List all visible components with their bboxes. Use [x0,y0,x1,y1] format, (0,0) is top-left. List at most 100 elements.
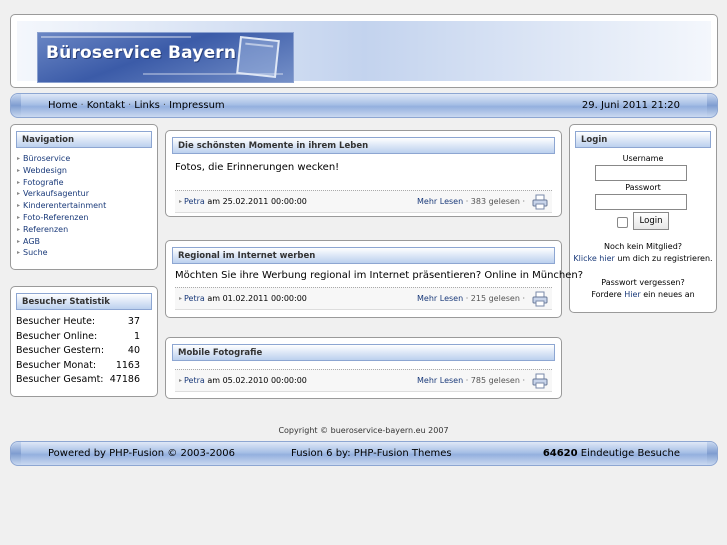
news-meta: ▸ Petra am 01.02.2011 00:00:00 [179,294,307,303]
bar-cap-left [11,94,21,117]
news-title[interactable]: Mobile Fotografie [172,344,555,361]
register-link[interactable]: Klicke hier [573,254,614,263]
nav-link-webdesign[interactable]: Webdesign [23,166,67,175]
read-more-link[interactable]: Mehr Lesen [417,197,463,206]
stat-label: Besucher Gesamt: [16,374,104,385]
nav-link-agb[interactable]: AGB [23,237,40,246]
logo-frame-graphic [236,36,280,78]
news-actions: Mehr Lesen · 785 gelesen · [417,376,525,385]
news-date: am 01.02.2011 00:00:00 [204,294,307,303]
nav-link-foto-referenzen[interactable]: Foto-Referenzen [23,213,88,222]
site-logo[interactable]: Büroservice Bayern [37,32,294,83]
menu-link-home[interactable]: Home [48,100,78,111]
nav-link-suche[interactable]: Suche [23,248,48,257]
bullet-arrow-icon: ▸ [179,198,183,205]
bullet-arrow-icon: ▸ [17,202,21,210]
bullet-arrow-icon: ▸ [179,295,183,302]
bullet-arrow-icon: ▸ [17,213,21,221]
stat-label: Besucher Heute: [16,316,96,327]
stat-row: Besucher Heute: 37 [16,316,140,331]
news-title[interactable]: Die schönsten Momente in ihrem Leben [172,137,555,154]
bar-cap-left [11,442,21,465]
news-author-link[interactable]: Petra [184,376,205,385]
nav-item[interactable]: ▸ Büroservice [17,154,106,166]
bullet-arrow-icon: ▸ [17,178,21,186]
nav-item[interactable]: ▸ Referenzen [17,225,106,237]
menu-separator: · [162,100,167,111]
menu-link-impressum[interactable]: Impressum [169,100,225,111]
print-icon[interactable] [532,194,548,210]
nav-link-verkaufsagentur[interactable]: Verkaufsagentur [23,189,89,198]
read-more-link[interactable]: Mehr Lesen [417,294,463,303]
nav-item[interactable]: ▸ Suche [17,248,106,260]
request-password-link[interactable]: Hier [624,290,640,299]
bar-cap-right [707,94,717,117]
bar-cap-right [707,442,717,465]
read-count: · 383 gelesen · [463,197,525,206]
stat-row: Besucher Monat: 1163 [16,360,140,375]
stat-value: 37 [127,316,140,327]
stat-value: 40 [127,345,140,356]
logo-text: Büroservice Bayern [46,43,237,63]
site-header: Büroservice Bayern [10,14,718,88]
nav-link-bueroservice[interactable]: Büroservice [23,154,70,163]
username-label: Username [622,154,664,163]
current-datetime: 29. Juni 2011 21:20 [581,100,680,111]
footer-bar: Powered by PHP-Fusion © 2003-2006 Fusion… [10,441,718,466]
login-panel: Login Username Passwort Login Noch kein … [569,124,717,313]
login-title: Login [575,131,711,148]
menu-separator: · [80,100,84,111]
username-input[interactable] [595,165,687,181]
nav-item[interactable]: ▸ Fotografie [17,178,106,190]
nav-item[interactable]: ▸ Verkaufsagentur [17,189,106,201]
stat-row: Besucher Gesamt: 47186 [16,374,140,389]
nav-item[interactable]: ▸ AGB [17,237,106,249]
nav-link-fotografie[interactable]: Fotografie [23,178,63,187]
stat-row: Besucher Gestern: 40 [16,345,140,360]
password-label: Passwort [625,183,661,192]
news-body: Möchten Sie ihre Werbung regional im Int… [175,270,584,281]
bullet-arrow-icon: ▸ [17,249,21,257]
news-body: Fotos, die Erinnerungen wecken! [175,162,340,173]
request-suffix: ein neues an [640,290,695,299]
news-footer: ▸ Petra am 05.02.2010 00:00:00 Mehr Lesen… [175,369,552,392]
stat-value: 1 [133,330,140,342]
bullet-arrow-icon: ▸ [17,155,21,162]
menu-link-links[interactable]: Links [134,100,160,111]
no-member-text: Noch kein Mitglied? [603,242,683,251]
news-item: Mobile Fotografie ▸ Petra am 05.02.2010 0… [165,337,562,399]
navigation-title: Navigation [16,131,152,148]
news-item: Die schönsten Momente in ihrem Leben Fot… [165,130,562,217]
visitor-stats-list: Besucher Heute: 37 Besucher Online: 1 Besu… [16,316,140,389]
request-password-text: Fordere Hier ein neues an [570,290,716,299]
register-suffix: um dich zu registrieren. [614,254,713,263]
nav-item[interactable]: ▸ Kinderentertainment [17,201,106,213]
password-input[interactable] [595,194,687,210]
menu-link-kontakt[interactable]: Kontakt [87,100,125,111]
news-footer: ▸ Petra am 01.02.2011 00:00:00 Mehr Lesen… [175,287,552,310]
news-title[interactable]: Regional im Internet werben [172,247,555,264]
bullet-arrow-icon: ▸ [179,377,183,384]
bullet-arrow-icon: ▸ [17,225,21,233]
request-prefix: Fordere [591,290,625,299]
forgot-password-text: Passwort vergessen? [601,278,685,287]
news-author-link[interactable]: Petra [184,197,205,206]
bullet-arrow-icon: ▸ [17,190,21,198]
print-icon[interactable] [532,291,548,307]
read-more-link[interactable]: Mehr Lesen [417,376,463,385]
remember-me-checkbox[interactable] [617,217,628,228]
header-gradient: Büroservice Bayern [17,21,711,83]
print-icon[interactable] [532,373,548,389]
nav-item[interactable]: ▸ Foto-Referenzen [17,213,106,225]
news-actions: Mehr Lesen · 215 gelesen · [417,294,525,303]
stat-row: Besucher Online: 1 [16,331,140,346]
news-author-link[interactable]: Petra [184,294,205,303]
nav-link-kinderentertainment[interactable]: Kinderentertainment [23,201,106,210]
nav-link-referenzen[interactable]: Referenzen [23,225,68,234]
unique-visits-count: 64620 [542,448,578,459]
nav-item[interactable]: ▸ Webdesign [17,166,106,178]
bullet-arrow-icon: ▸ [17,166,21,174]
login-button[interactable]: Login [633,212,669,230]
stat-label: Besucher Monat: [16,359,97,371]
news-date: am 25.02.2011 00:00:00 [204,197,307,206]
